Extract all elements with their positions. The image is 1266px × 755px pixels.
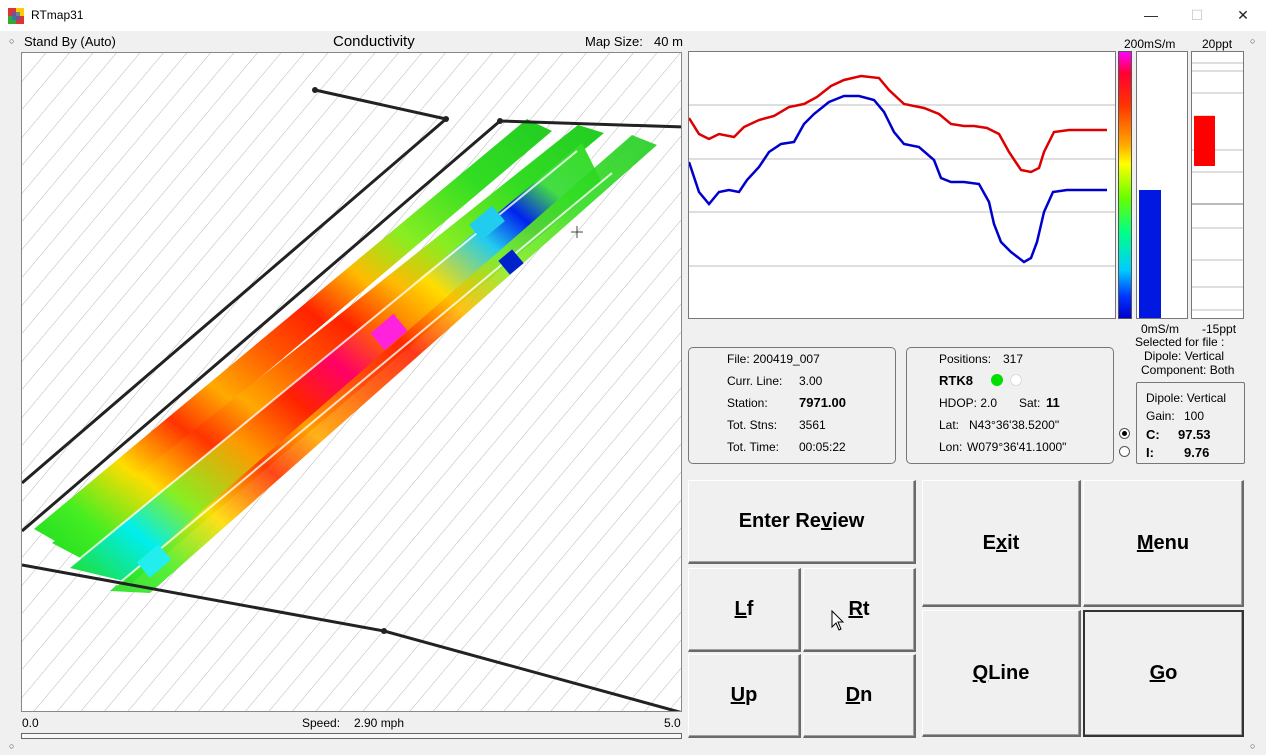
inphase-level xyxy=(1194,115,1215,166)
menu-button[interactable]: Menu xyxy=(1083,480,1244,607)
selected-title: Selected for file : xyxy=(1135,335,1225,349)
close-button[interactable]: ✕ xyxy=(1220,0,1266,31)
minimize-button[interactable]: — xyxy=(1128,0,1174,31)
sat-label: Sat: xyxy=(1019,396,1041,410)
button-label: L xyxy=(734,598,747,620)
cond-scale-bottom: 0mS/m xyxy=(1141,322,1180,336)
enter-review-button[interactable]: Enter Re v iew xyxy=(688,480,916,564)
c-value: 97.53 xyxy=(1178,427,1211,442)
curr-line-label: Curr. Line: xyxy=(727,374,783,388)
button-label: U xyxy=(730,684,746,706)
corner-mark-icon: ○ xyxy=(1250,741,1256,751)
button-label: v xyxy=(820,510,833,532)
cond-scale-top: 200mS/m xyxy=(1124,37,1176,51)
positions-value: 317 xyxy=(1003,352,1024,366)
curr-line-value: 3.00 xyxy=(799,374,823,388)
scale-max: 5.0 xyxy=(664,716,681,730)
button-label: G xyxy=(1149,662,1166,684)
i-radio[interactable] xyxy=(1119,446,1130,457)
button-label: Q xyxy=(972,661,989,684)
lf-button[interactable]: Lf xyxy=(688,568,801,652)
c-radio[interactable] xyxy=(1119,428,1130,439)
conductivity-map[interactable] xyxy=(21,52,682,712)
button-label: p xyxy=(745,684,758,706)
gain-value: 100 xyxy=(1184,409,1205,423)
dipole-panel: Dipole: Vertical Gain: 100 C: 97.53 I: 9… xyxy=(1136,382,1245,464)
file-name: File: 200419_007 xyxy=(727,352,820,366)
station-label: Station: xyxy=(727,396,768,410)
button-label: f xyxy=(746,598,754,620)
dipole-value: Dipole: Vertical xyxy=(1146,391,1227,405)
sat-value: 11 xyxy=(1046,395,1060,410)
map-size-label: Map Size: xyxy=(585,34,643,49)
tot-time-value: 00:05:22 xyxy=(799,440,846,454)
status-text: Stand By (Auto) xyxy=(24,34,116,49)
title-bar: RTmap31 — ☐ ✕ xyxy=(0,0,1266,31)
button-label: t xyxy=(862,598,870,620)
exit-button[interactable]: Ex it xyxy=(922,480,1081,607)
button-label: n xyxy=(860,684,873,706)
button-label: enu xyxy=(1153,531,1190,554)
corner-mark-icon: ○ xyxy=(9,36,15,46)
inphase-trace xyxy=(689,74,1107,174)
gps-status-icon xyxy=(991,374,1003,386)
window-title: RTmap31 xyxy=(31,8,84,22)
map-title: Conductivity xyxy=(333,33,415,50)
positions-label: Positions: xyxy=(939,352,992,366)
button-label: Enter Re xyxy=(738,510,821,532)
up-button[interactable]: Up xyxy=(688,654,801,738)
button-label: iew xyxy=(832,510,865,532)
ip-scale-top: 20ppt xyxy=(1202,37,1233,51)
color-scale xyxy=(1118,51,1132,319)
button-label: D xyxy=(845,684,861,706)
mouse-cursor-icon xyxy=(831,610,845,631)
lat-label: Lat: xyxy=(939,418,960,432)
tot-time-label: Tot. Time: xyxy=(727,440,780,454)
button-label: R xyxy=(848,598,863,620)
station-value: 7971.00 xyxy=(799,395,846,410)
selected-component: Component: Both xyxy=(1141,363,1235,377)
button-label: o xyxy=(1165,662,1178,684)
button-label: x xyxy=(996,531,1008,554)
button-label: it xyxy=(1007,531,1020,554)
lon-label: Lon: xyxy=(939,440,963,454)
i-value: 9.76 xyxy=(1184,445,1210,460)
map-canvas[interactable] xyxy=(22,53,682,712)
conductivity-level xyxy=(1139,190,1161,318)
scale-bar xyxy=(21,733,682,739)
button-label: M xyxy=(1136,531,1154,554)
lon-value: W079°36'41.1000" xyxy=(967,440,1067,454)
conductivity-bar xyxy=(1136,51,1188,319)
file-panel: File: 200419_007 Curr. Line: 3.00 Statio… xyxy=(688,347,896,464)
button-label: E xyxy=(982,531,996,554)
i-label: I: xyxy=(1146,445,1154,460)
rt-button[interactable]: Rt xyxy=(803,568,916,652)
gps-panel: Positions: 317 RTK8 HDOP: 2.0 Sat: 11 La… xyxy=(906,347,1114,464)
gps-fix: RTK8 xyxy=(939,373,973,388)
selected-dipole: Dipole: Vertical xyxy=(1144,349,1225,363)
qline-button[interactable]: Q Line xyxy=(922,610,1081,737)
dn-button[interactable]: Dn xyxy=(803,654,916,738)
go-button[interactable]: Go xyxy=(1083,610,1244,737)
inphase-bar xyxy=(1191,51,1244,319)
speed-value: 2.90 mph xyxy=(354,716,405,730)
map-size-value: 40 m xyxy=(654,34,683,49)
gps-status-icon xyxy=(1010,374,1022,386)
scale-min: 0.0 xyxy=(22,716,39,730)
corner-mark-icon: ○ xyxy=(1250,36,1256,46)
corner-mark-icon: ○ xyxy=(9,741,15,751)
profile-graph xyxy=(688,51,1116,319)
speed-label: Speed: xyxy=(302,716,341,730)
maximize-button[interactable]: ☐ xyxy=(1174,0,1220,31)
ip-scale-bottom: -15ppt xyxy=(1202,322,1237,336)
app-icon xyxy=(8,8,24,24)
quad-trace xyxy=(689,94,1107,264)
c-label: C: xyxy=(1146,427,1160,442)
hdop-value: HDOP: 2.0 xyxy=(939,396,998,410)
lat-value: N43°36'38.5200" xyxy=(969,418,1060,432)
tot-stns-value: 3561 xyxy=(799,418,826,432)
tot-stns-label: Tot. Stns: xyxy=(727,418,778,432)
button-label: Line xyxy=(988,661,1030,684)
gain-label: Gain: xyxy=(1146,409,1175,423)
